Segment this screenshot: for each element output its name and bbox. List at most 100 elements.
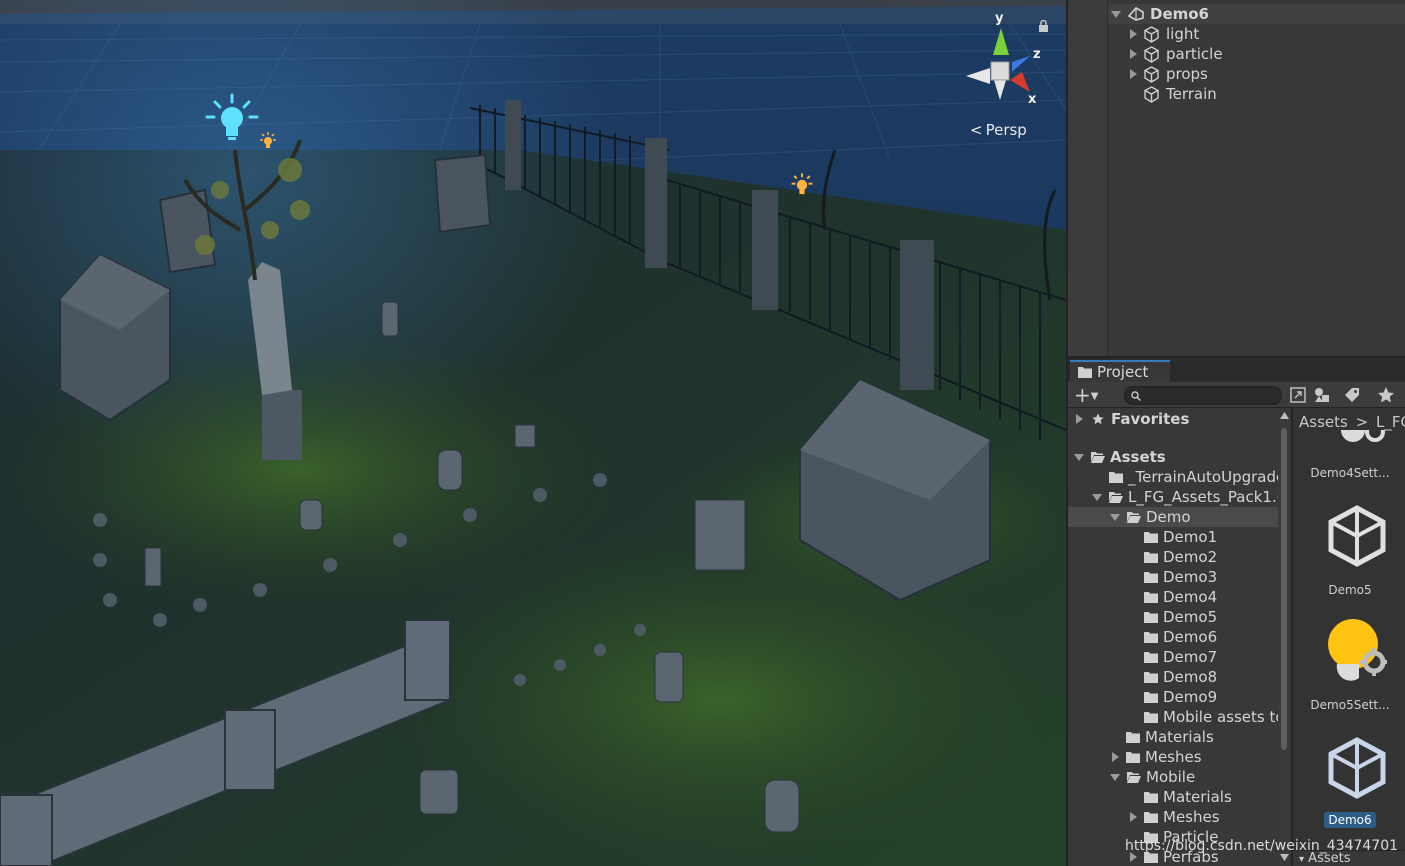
tree-item[interactable]: Meshes bbox=[1068, 807, 1278, 827]
tree-item[interactable]: Demo2 bbox=[1068, 547, 1278, 567]
tree-item[interactable]: Demo6 bbox=[1068, 627, 1278, 647]
collapse-arrow-icon[interactable] bbox=[1111, 10, 1121, 18]
tree-item[interactable]: L_FG_Assets_Pack1.0 bbox=[1068, 487, 1278, 507]
tree-favorites[interactable]: Favorites bbox=[1068, 409, 1278, 429]
tree-item[interactable]: Meshes bbox=[1068, 747, 1278, 767]
lighting-settings-icon[interactable] bbox=[1337, 430, 1393, 450]
asset-item[interactable]: Demo5Sett... bbox=[1293, 698, 1405, 712]
tree-label: Demo bbox=[1146, 508, 1191, 526]
scene-name: Demo6 bbox=[1150, 5, 1209, 23]
hierarchy-gutter bbox=[1068, 0, 1108, 356]
folder-open-icon bbox=[1127, 772, 1141, 783]
star-icon[interactable] bbox=[1376, 385, 1396, 405]
tree-label: Meshes bbox=[1145, 748, 1202, 766]
tree-item[interactable]: Demo4 bbox=[1068, 587, 1278, 607]
chevron-down-icon: ▾ bbox=[1299, 854, 1305, 865]
folder-icon bbox=[1144, 792, 1158, 803]
tree-item[interactable]: Materials bbox=[1068, 787, 1278, 807]
expand-arrow-icon[interactable] bbox=[1112, 752, 1119, 762]
scroll-up-icon[interactable] bbox=[1280, 412, 1289, 419]
tree-label: Materials bbox=[1145, 728, 1214, 746]
scene-view[interactable]: y z x < Persp bbox=[0, 0, 1066, 866]
hierarchy-panel: Demo6 light particle props Terrain bbox=[1066, 0, 1405, 356]
tree-item[interactable]: Demo7 bbox=[1068, 647, 1278, 667]
gizmo-z-label[interactable]: z bbox=[1033, 47, 1041, 62]
expand-arrow-icon[interactable] bbox=[1076, 414, 1083, 424]
tree-item[interactable]: Demo3 bbox=[1068, 567, 1278, 587]
plus-icon: + bbox=[1074, 383, 1091, 407]
asset-item[interactable]: Demo4Sett... bbox=[1293, 466, 1405, 480]
hierarchy-scene-root[interactable]: Demo6 bbox=[1108, 4, 1405, 24]
tree-scrollbar[interactable] bbox=[1278, 416, 1290, 864]
point-light-icon[interactable] bbox=[789, 172, 815, 198]
tree-label: Demo1 bbox=[1163, 528, 1218, 546]
tree-assets[interactable]: Assets bbox=[1068, 447, 1278, 467]
unity-scene-icon bbox=[1128, 7, 1144, 21]
directional-light-icon[interactable] bbox=[205, 93, 259, 145]
project-folder-tree: Favorites Assets _TerrainAutoUpgrade L_F… bbox=[1068, 408, 1278, 866]
gameobject-icon bbox=[1144, 45, 1159, 63]
tree-label: Demo6 bbox=[1163, 628, 1218, 646]
scrollbar-thumb[interactable] bbox=[1281, 428, 1287, 750]
breadcrumb-root[interactable]: Assets bbox=[1299, 413, 1348, 431]
lock-icon[interactable] bbox=[1038, 20, 1049, 32]
hierarchy-item-label: light bbox=[1166, 25, 1200, 43]
breadcrumb-current[interactable]: L_FG_ bbox=[1376, 413, 1405, 431]
tree-item[interactable]: Demo9 bbox=[1068, 687, 1278, 707]
hierarchy-item-light[interactable]: light bbox=[1130, 24, 1199, 44]
tree-item[interactable]: Materials bbox=[1068, 727, 1278, 747]
lighting-settings-icon[interactable] bbox=[1327, 618, 1387, 682]
filter-type-icon[interactable] bbox=[1312, 385, 1332, 405]
hierarchy-item-props[interactable]: props bbox=[1130, 64, 1208, 84]
point-light-icon[interactable] bbox=[258, 131, 278, 151]
folder-open-icon bbox=[1091, 452, 1105, 463]
asset-label: Demo6 bbox=[1324, 812, 1376, 828]
search-by-type-icon[interactable] bbox=[1288, 385, 1308, 405]
persp-label: Persp bbox=[985, 121, 1027, 139]
folder-icon bbox=[1126, 752, 1140, 763]
gameobject-icon bbox=[1144, 85, 1159, 103]
folder-icon bbox=[1144, 672, 1158, 683]
projection-toggle[interactable]: < Persp bbox=[970, 121, 1027, 139]
gizmo-y-label[interactable]: y bbox=[995, 11, 1003, 26]
expand-arrow-icon[interactable] bbox=[1130, 69, 1137, 79]
hierarchy-item-label: Terrain bbox=[1166, 85, 1217, 103]
expand-arrow-icon[interactable] bbox=[1130, 812, 1137, 822]
label-tag-icon[interactable] bbox=[1342, 385, 1362, 405]
collapse-arrow-icon[interactable] bbox=[1110, 513, 1120, 521]
tree-item[interactable]: _TerrainAutoUpgrade bbox=[1068, 467, 1278, 487]
expand-arrow-icon[interactable] bbox=[1130, 29, 1137, 39]
hierarchy-item-terrain[interactable]: Terrain bbox=[1143, 84, 1217, 104]
tree-item[interactable]: Demo8 bbox=[1068, 667, 1278, 687]
collapse-arrow-icon[interactable] bbox=[1110, 773, 1120, 781]
scroll-down-icon[interactable] bbox=[1280, 854, 1289, 861]
tree-item[interactable]: Mobile bbox=[1068, 767, 1278, 787]
tree-label: Mobile bbox=[1146, 768, 1196, 786]
tree-label: L_FG_Assets_Pack1.0 bbox=[1128, 488, 1278, 506]
folder-open-icon bbox=[1109, 492, 1123, 503]
collapse-arrow-icon[interactable] bbox=[1074, 453, 1084, 461]
hierarchy-item-particle[interactable]: particle bbox=[1130, 44, 1223, 64]
folder-icon bbox=[1144, 812, 1158, 823]
folder-icon bbox=[1144, 692, 1158, 703]
unity-scene-icon[interactable] bbox=[1325, 736, 1389, 800]
tab-project[interactable]: Project bbox=[1070, 360, 1170, 382]
collapse-arrow-icon[interactable] bbox=[1092, 493, 1102, 501]
gizmo-x-label[interactable]: x bbox=[1028, 92, 1036, 107]
watermark-url: https://blog.csdn.net/weixin_43474701 bbox=[1125, 838, 1399, 854]
tree-item[interactable]: Demo1 bbox=[1068, 527, 1278, 547]
folder-icon bbox=[1144, 572, 1158, 583]
search-input[interactable] bbox=[1124, 386, 1282, 405]
tree-label: Materials bbox=[1163, 788, 1232, 806]
expand-arrow-icon[interactable] bbox=[1130, 49, 1137, 59]
asset-item[interactable]: Demo5 bbox=[1293, 583, 1405, 597]
tree-item[interactable]: Demo5 bbox=[1068, 607, 1278, 627]
chevron-down-icon: ▼ bbox=[1090, 391, 1099, 402]
folder-icon bbox=[1144, 612, 1158, 623]
tree-item[interactable]: Mobile assets to bbox=[1068, 707, 1278, 727]
tree-item-selected[interactable]: Demo bbox=[1068, 507, 1278, 527]
unity-scene-icon[interactable] bbox=[1325, 504, 1389, 568]
gameobject-icon bbox=[1144, 25, 1159, 43]
asset-item-selected[interactable]: Demo6 bbox=[1293, 812, 1405, 828]
create-button[interactable]: +▼ bbox=[1074, 385, 1098, 407]
